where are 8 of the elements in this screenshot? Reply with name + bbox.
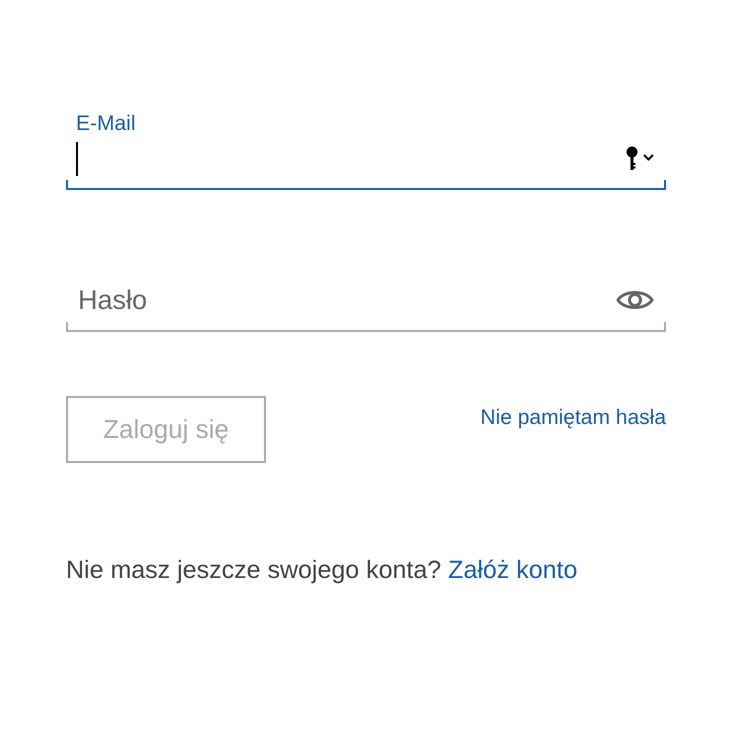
caret-icon xyxy=(643,154,654,161)
password-manager-button[interactable] xyxy=(626,146,656,172)
forgot-password-link[interactable]: Nie pamiętam hasła xyxy=(480,406,666,430)
field-label: E-Mail xyxy=(75,111,137,137)
signup-link[interactable]: Załóż konto xyxy=(448,556,578,585)
key-icon xyxy=(626,146,638,170)
signup-prompt: Nie masz jeszcze swojego konta? xyxy=(66,556,442,585)
password-input[interactable]: Hasło xyxy=(76,284,616,316)
